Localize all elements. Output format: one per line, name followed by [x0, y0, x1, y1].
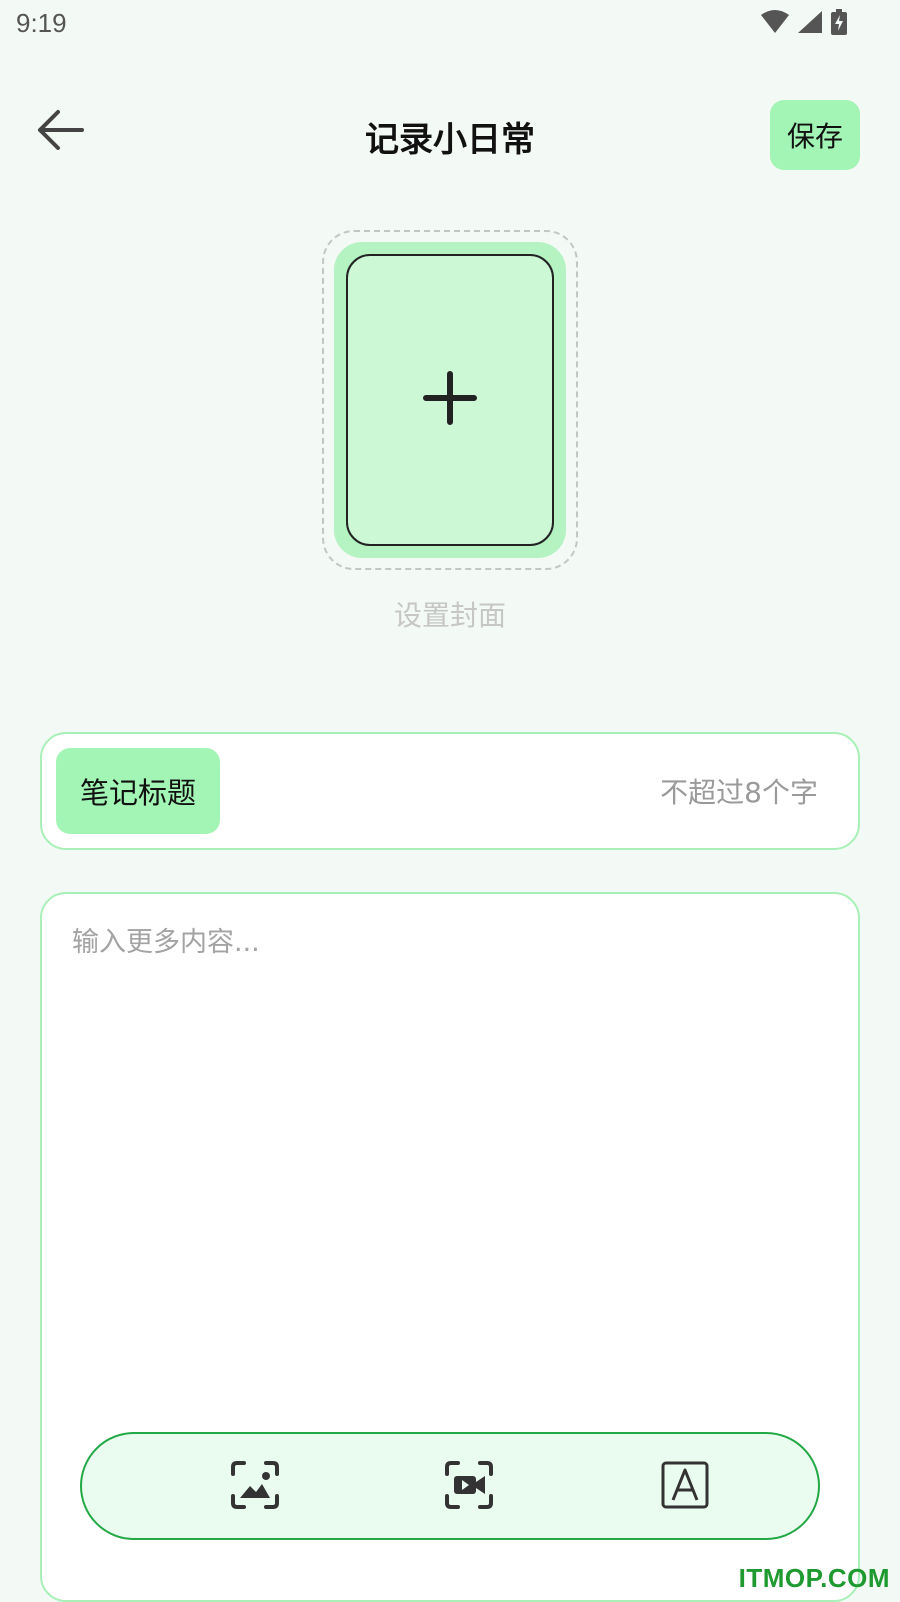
status-bar: 9:19 — [0, 0, 900, 48]
media-toolbar — [80, 1432, 820, 1540]
wifi-icon — [760, 9, 790, 39]
content-input[interactable] — [70, 918, 834, 1392]
battery-icon — [830, 8, 848, 40]
page-title: 记录小日常 — [365, 120, 535, 160]
title-field-container: 笔记标题 — [40, 732, 860, 850]
cover-picker[interactable] — [322, 230, 578, 570]
header: 记录小日常 保存 — [0, 94, 900, 170]
status-icons — [760, 8, 848, 40]
signal-icon — [796, 9, 824, 39]
insert-image-button[interactable] — [228, 1460, 282, 1514]
watermark: ITMOP.COM — [738, 1563, 890, 1593]
add-cover-button[interactable] — [346, 254, 554, 546]
cover-label: 设置封面 — [393, 599, 506, 632]
video-icon — [444, 1460, 494, 1514]
insert-video-button[interactable] — [442, 1460, 496, 1514]
content-field-container — [40, 892, 860, 1602]
title-input[interactable] — [296, 758, 820, 826]
text-icon — [660, 1460, 710, 1514]
cover-frame — [334, 242, 566, 558]
save-button[interactable]: 保存 — [770, 100, 860, 170]
insert-text-button[interactable] — [658, 1460, 712, 1514]
plus-icon — [422, 370, 478, 430]
image-icon — [230, 1460, 280, 1514]
title-field-label: 笔记标题 — [56, 748, 220, 834]
status-time: 9:19 — [16, 8, 67, 38]
